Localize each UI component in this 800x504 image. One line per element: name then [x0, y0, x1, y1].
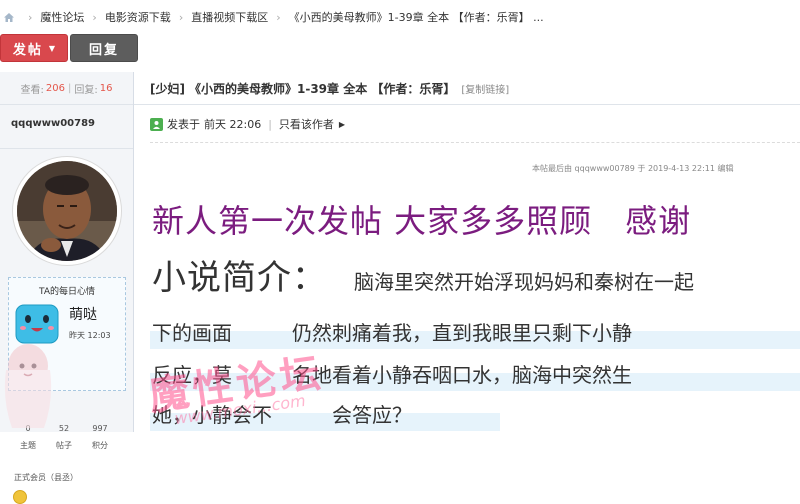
watermark-girl-icon [0, 340, 56, 432]
post-divider [150, 142, 800, 143]
mood-name: 萌哒 [69, 307, 97, 323]
views-count: 206 [45, 82, 65, 94]
mood-face-icon [15, 304, 59, 344]
breadcrumb-separator: › [178, 10, 184, 24]
breadcrumb-separator: › [28, 10, 33, 24]
breadcrumb-section[interactable]: 电影资源下载 [105, 9, 171, 25]
author-username[interactable]: qqqwww00789 [11, 118, 95, 129]
replies-count: 16 [99, 82, 113, 94]
post-label: 帖子 [56, 441, 72, 450]
rank-icon [13, 490, 27, 504]
breadcrumb-separator: › [276, 10, 281, 24]
post-meta: 发表于 前天 22:06 | 只看该作者 ▶ [150, 116, 345, 132]
intro-label: 小说简介： [152, 258, 327, 298]
breadcrumb-separator: › [92, 10, 97, 24]
thread-title-bar: [少妇] 《小西的美母教师》1-39章 全本 【作者：乐胥】 [复制链接] [134, 72, 800, 105]
meta-separator: | [268, 117, 272, 131]
topic-label: 主题 [20, 441, 36, 450]
breadcrumb-forum[interactable]: 魔性论坛 [40, 9, 84, 25]
user-count-labels: 主题 帖子 积分 [10, 440, 120, 451]
user-rank[interactable]: 正式会员（县丞） [14, 472, 78, 483]
home-icon[interactable] [4, 12, 14, 22]
replies-label: 回复: [74, 84, 98, 96]
avatar[interactable] [17, 161, 117, 261]
avatar-frame [12, 156, 122, 266]
copy-link-button[interactable]: [复制链接] [461, 81, 509, 96]
content-line: 下的画面 仍然刺痛着我，直到我眼里只剩下小静 [152, 321, 632, 345]
mood-time: 昨天 12:03 [69, 331, 111, 340]
breadcrumb-current-thread: 《小西的美母教师》1-39章 全本 【作者：乐胥】 ... [288, 11, 544, 24]
new-post-label: 发帖 [12, 42, 43, 58]
views-label: 查看: [20, 84, 44, 96]
chevron-right-icon: ▶ [338, 119, 346, 129]
stats-separator: | [67, 82, 72, 94]
reply-label: 回复 [88, 42, 119, 58]
content-line: 脑海里突然开始浮现妈妈和秦树在一起 [354, 270, 694, 294]
edit-note: 本帖最后由 qqqwww00789 于 2019-4-13 22:11 编辑 [532, 164, 734, 173]
thread-category[interactable]: [少妇] [150, 80, 185, 97]
credit-label: 积分 [92, 441, 108, 450]
online-status-icon [150, 117, 163, 131]
posted-time: 前天 22:06 [204, 118, 262, 131]
breadcrumb-subsection[interactable]: 直播视频下载区 [191, 9, 268, 25]
reply-button[interactable]: 回复 [70, 34, 138, 62]
thread-title: 《小西的美母教师》1-39章 全本 【作者：乐胥】 [188, 81, 456, 96]
posted-prefix: 发表于 [167, 118, 200, 131]
post-headline: 新人第一次发帖 大家多多照顾 感谢 [152, 202, 692, 240]
new-post-button[interactable]: 发帖 ▼ [0, 34, 68, 62]
breadcrumb: › 魔性论坛 › 电影资源下载 › 直播视频下载区 › 《小西的美母教师》1-3… [0, 0, 800, 34]
chevron-down-icon: ▼ [48, 43, 56, 53]
only-author-link[interactable]: 只看该作者 [279, 116, 334, 132]
thread-stats: 查看: 206 | 回复: 16 [0, 72, 133, 105]
sidebar-divider [0, 148, 133, 149]
mood-title: TA的每日心情 [39, 287, 95, 297]
